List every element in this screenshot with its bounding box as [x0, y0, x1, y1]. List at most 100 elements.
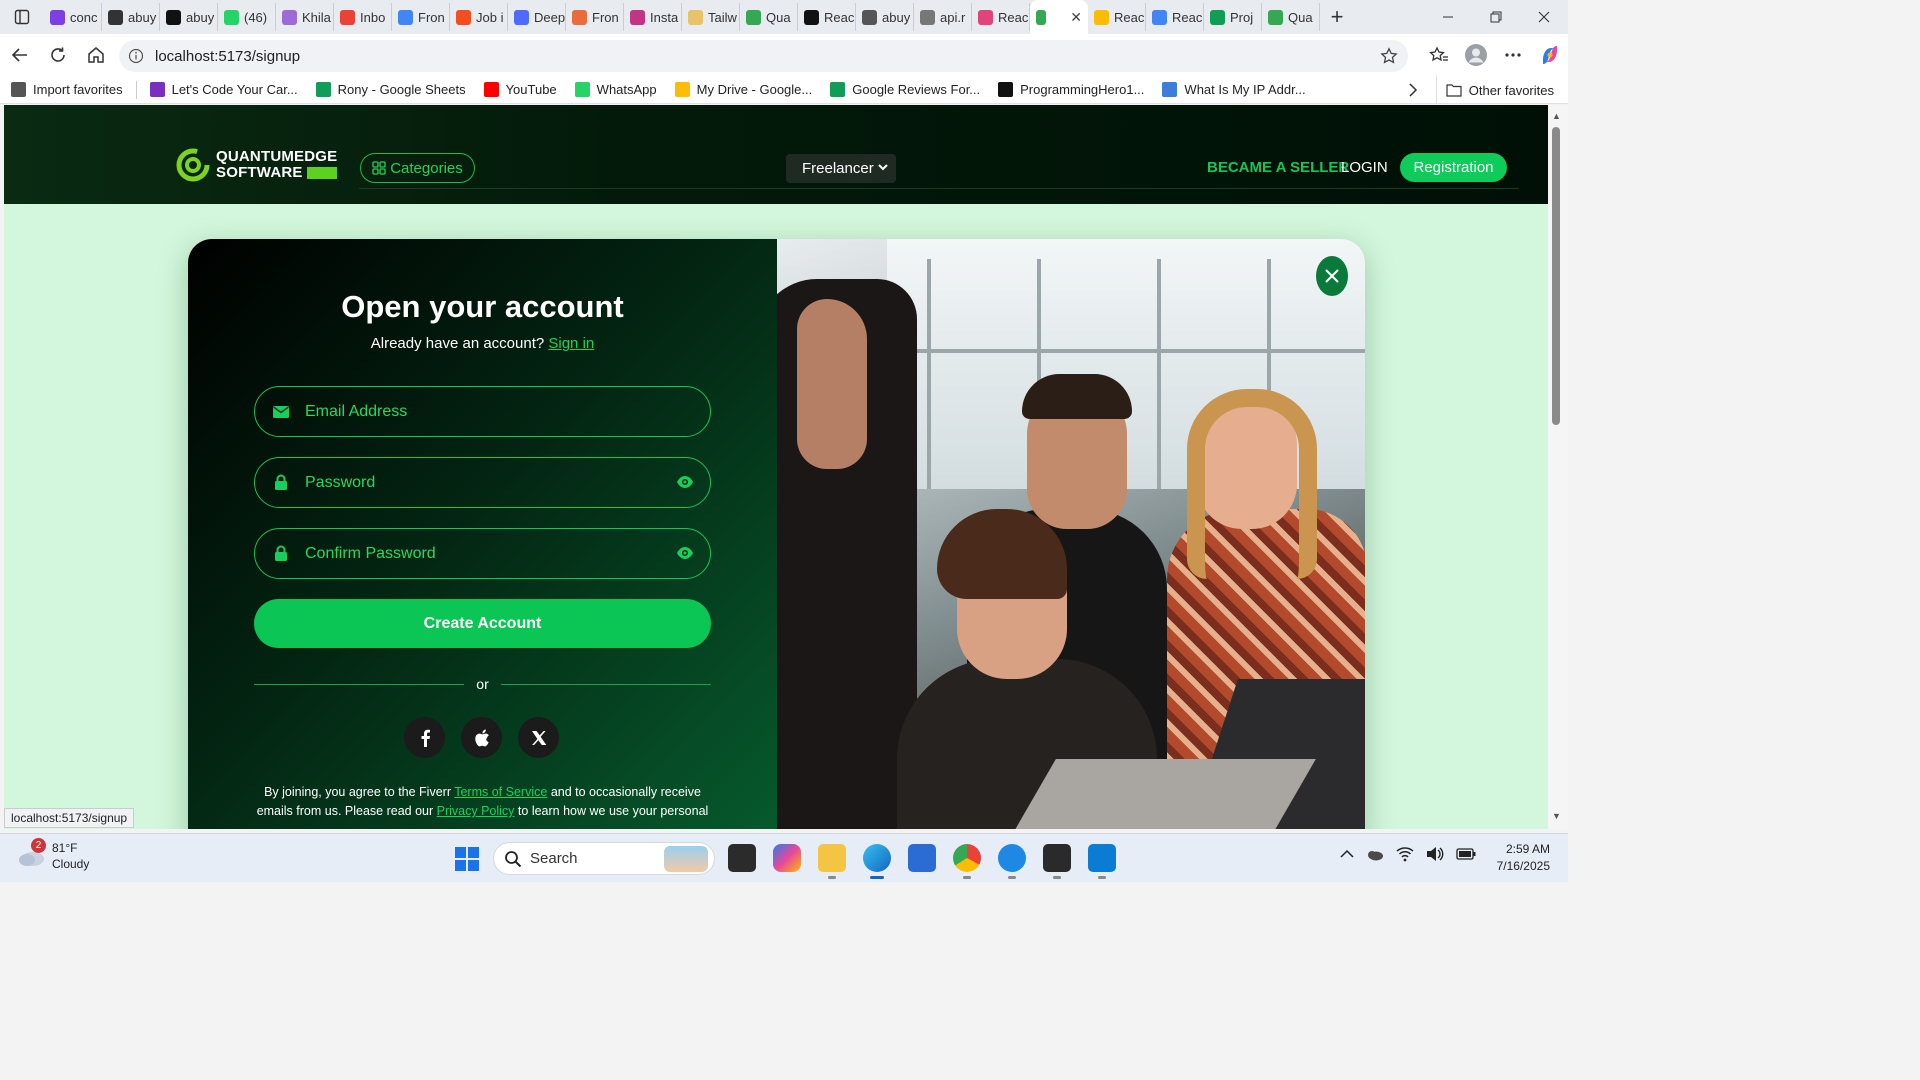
facebook-login-button[interactable] [404, 717, 445, 758]
bookmark-item[interactable]: WhatsApp [566, 76, 666, 104]
back-button[interactable] [2, 37, 38, 73]
wifi-icon[interactable] [1396, 846, 1414, 862]
tab[interactable]: (46) [218, 3, 276, 31]
registration-button[interactable]: Registration [1400, 153, 1507, 182]
taskbar-search[interactable]: Search [493, 842, 715, 875]
header-divider [359, 188, 1519, 189]
bookmark-item[interactable]: Google Reviews For... [821, 76, 989, 104]
tab-active[interactable]: ✕ [1030, 0, 1088, 34]
task-view-app-icon[interactable] [728, 844, 756, 872]
tab-close-icon[interactable]: ✕ [1070, 9, 1082, 26]
tab[interactable]: Qua [1262, 3, 1320, 31]
tab-favicon [572, 9, 587, 25]
vscode-app-icon[interactable] [1088, 844, 1116, 872]
page-viewport: QUANTUMEDGE SOFTWARE Categories Freelanc… [4, 105, 1548, 829]
store-app-icon[interactable] [908, 844, 936, 872]
became-seller-link[interactable]: BECAME A SELLER [1207, 159, 1349, 176]
chevron-up-icon[interactable] [1340, 849, 1354, 859]
tab[interactable]: Job i [450, 3, 508, 31]
tab[interactable]: abuy [102, 3, 160, 31]
windows-start-icon[interactable] [454, 846, 480, 872]
privacy-policy-link[interactable]: Privacy Policy [437, 804, 515, 818]
tab[interactable]: Reac [1088, 3, 1146, 31]
address-bar[interactable]: localhost:5173/signup [119, 40, 1408, 72]
bookmarks-overflow-button[interactable] [1400, 76, 1426, 104]
copilot-app-icon[interactable] [773, 844, 801, 872]
tab[interactable]: Khila [276, 3, 334, 31]
tab[interactable]: api.r [914, 3, 972, 31]
tab[interactable]: Proj [1204, 3, 1262, 31]
tab[interactable]: Insta [624, 3, 682, 31]
tab[interactable]: Reac [1146, 3, 1204, 31]
scroll-down-arrow-icon[interactable]: ▼ [1552, 811, 1561, 821]
bookmark-item[interactable]: Let's Code Your Car... [141, 76, 307, 104]
tab[interactable]: conc [44, 3, 102, 31]
tab-actions-button[interactable] [0, 0, 44, 34]
scroll-up-arrow-icon[interactable]: ▲ [1552, 111, 1561, 121]
back-arrow-icon [11, 48, 27, 62]
edge-app-icon[interactable] [863, 844, 891, 872]
tab[interactable]: abuy [856, 3, 914, 31]
onedrive-icon[interactable] [1366, 846, 1384, 862]
create-account-button[interactable]: Create Account [254, 599, 711, 648]
running-indicator [828, 876, 836, 879]
browser-app-icon[interactable] [998, 844, 1026, 872]
show-confirm-password-eye-icon[interactable] [676, 546, 694, 563]
other-favorites[interactable]: Other favorites [1435, 76, 1554, 104]
tab-title: conc [70, 9, 98, 25]
tab[interactable]: Inbo [334, 3, 392, 31]
email-field[interactable]: Email Address [254, 386, 711, 437]
battery-icon[interactable] [1456, 847, 1476, 861]
password-field[interactable]: Password [254, 457, 711, 508]
bookmark-item[interactable]: Rony - Google Sheets [307, 76, 475, 104]
chrome-app-icon[interactable] [953, 844, 981, 872]
home-icon [88, 47, 104, 63]
confirm-password-field[interactable]: Confirm Password [254, 528, 711, 579]
new-tab-button[interactable]: + [1320, 0, 1354, 34]
sign-in-link[interactable]: Sign in [548, 335, 594, 352]
home-button[interactable] [78, 37, 114, 73]
bookmark-item[interactable]: YouTube [475, 76, 566, 104]
tab[interactable]: abuy [160, 3, 218, 31]
system-clock[interactable]: 2:59 AM 7/16/2025 [1488, 841, 1550, 875]
show-password-eye-icon[interactable] [676, 475, 694, 492]
reload-button[interactable] [40, 37, 76, 73]
favorite-star-icon[interactable] [1380, 47, 1398, 68]
weather-widget[interactable]: 2 81°F Cloudy [16, 838, 89, 872]
bookmark-item[interactable]: Import favorites [2, 76, 132, 104]
url-text[interactable]: localhost:5173/signup [155, 48, 300, 65]
restore-button[interactable] [1472, 0, 1520, 34]
tab[interactable]: Fron [392, 3, 450, 31]
favorites-button[interactable] [1420, 37, 1457, 73]
freelancer-select[interactable]: Freelancer [786, 154, 896, 183]
page-scrollbar[interactable]: ▲ ▼ [1548, 105, 1568, 829]
tab[interactable]: Deep [508, 3, 566, 31]
scrollbar-thumb[interactable] [1552, 127, 1560, 425]
apple-login-button[interactable] [461, 717, 502, 758]
profile-button[interactable] [1457, 37, 1494, 73]
running-indicator [1008, 876, 1016, 879]
tab[interactable]: Fron [566, 3, 624, 31]
categories-button[interactable]: Categories [360, 153, 475, 183]
login-link[interactable]: LOGIN [1341, 159, 1388, 176]
close-modal-button[interactable] [1316, 256, 1348, 296]
restore-icon [1490, 11, 1502, 23]
close-window-button[interactable] [1520, 0, 1568, 34]
site-logo[interactable]: QUANTUMEDGE SOFTWARE [176, 147, 337, 183]
more-menu-button[interactable] [1494, 37, 1531, 73]
tab[interactable]: Tailw [682, 3, 740, 31]
site-info-icon[interactable] [121, 48, 151, 64]
tab[interactable]: Reac [972, 3, 1030, 31]
bookmark-item[interactable]: ProgrammingHero1... [989, 76, 1153, 104]
tab[interactable]: Qua [740, 3, 798, 31]
terms-of-service-link[interactable]: Terms of Service [454, 785, 547, 799]
volume-icon[interactable] [1426, 846, 1444, 862]
terminal-app-icon[interactable] [1043, 844, 1071, 872]
bookmark-item[interactable]: What Is My IP Addr... [1153, 76, 1314, 104]
copilot-button[interactable] [1531, 37, 1568, 73]
tab[interactable]: Reac [798, 3, 856, 31]
bookmark-item[interactable]: My Drive - Google... [666, 76, 822, 104]
file-explorer-app-icon[interactable] [818, 844, 846, 872]
minimize-button[interactable] [1424, 0, 1472, 34]
x-login-button[interactable] [518, 717, 559, 758]
